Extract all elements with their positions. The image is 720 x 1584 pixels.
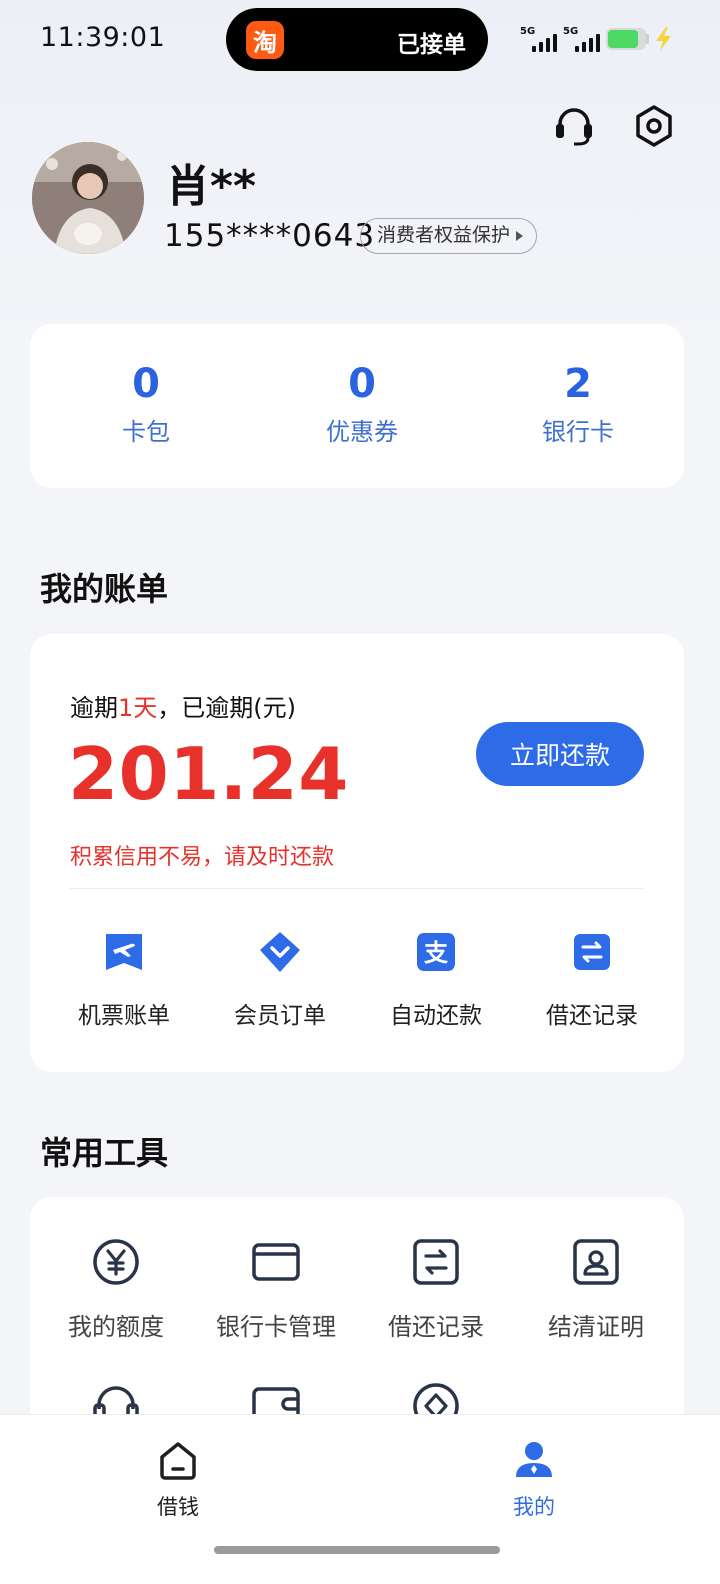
stat-value: 0 — [348, 361, 376, 407]
bill-func-label: 机票账单 — [78, 1003, 170, 1029]
user-icon — [516, 1442, 552, 1477]
overdue-label: 逾期1天，已逾期(元) — [70, 694, 297, 722]
tool-label: 借还记录 — [388, 1313, 484, 1341]
tool-settlement-cert[interactable]: 结清证明 — [516, 1237, 676, 1342]
overdue-amount: 201.24 — [68, 732, 349, 816]
avatar-image — [32, 142, 144, 254]
bill-func-auto-repay[interactable]: 支 自动还款 — [366, 930, 506, 1030]
signal-icon-2: 5G — [563, 26, 605, 52]
home-indicator[interactable] — [214, 1546, 500, 1554]
home-icon — [160, 1442, 196, 1480]
stat-bank-cards[interactable]: 2 银行卡 — [498, 358, 658, 447]
stat-card-pack[interactable]: 0 卡包 — [66, 358, 226, 447]
signal-icon-1: 5G — [520, 26, 562, 52]
bill-func-records[interactable]: 借还记录 — [522, 930, 662, 1030]
tool-my-quota[interactable]: 我的额度 — [36, 1237, 196, 1342]
airplane-ticket-icon — [106, 934, 142, 970]
battery-icon — [606, 28, 646, 50]
battery-tip — [646, 34, 649, 44]
tools-section-title: 常用工具 — [40, 1134, 169, 1172]
stat-label: 优惠券 — [326, 418, 398, 446]
alipay-icon: 支 — [417, 933, 455, 971]
overdue-days: 1天 — [118, 694, 158, 722]
dynamic-island[interactable]: 淘 已接单 — [226, 8, 488, 71]
tool-label: 结清证明 — [548, 1313, 644, 1341]
bill-func-label: 自动还款 — [390, 1003, 482, 1029]
exchange-icon — [413, 1239, 459, 1285]
tool-records[interactable]: 借还记录 — [356, 1237, 516, 1342]
stat-value: 2 — [564, 361, 592, 407]
status-bar: 11:39:01 淘 已接单 5G 5G — [0, 0, 720, 80]
divider — [70, 888, 644, 889]
bill-func-flight[interactable]: 机票账单 — [54, 930, 194, 1030]
island-status-text: 已接单 — [397, 32, 466, 58]
caret-right-icon — [516, 231, 524, 241]
consumer-protection-label: 消费者权益保护 — [377, 224, 511, 246]
nav-label: 借钱 — [157, 1495, 199, 1519]
user-phone: 155****0643 — [164, 218, 376, 254]
user-name: 肖** — [166, 161, 257, 212]
tool-label: 银行卡管理 — [216, 1313, 336, 1341]
consumer-protection-link[interactable]: 消费者权益保护 — [360, 218, 538, 254]
stats-card: 0 卡包 0 优惠券 2 银行卡 — [30, 324, 684, 488]
bill-card: 逾期1天，已逾期(元) 201.24 立即还款 积累信用不易，请及时还款 机票账… — [30, 634, 684, 1072]
charging-bolt-icon — [656, 27, 671, 51]
taobao-app-icon: 淘 — [246, 21, 284, 59]
exchange-icon — [574, 934, 610, 970]
stat-label: 卡包 — [122, 418, 170, 446]
customer-service-icon[interactable] — [552, 104, 596, 148]
yuan-circle-icon — [93, 1239, 139, 1285]
bottom-nav: 借钱 我的 — [0, 1414, 720, 1584]
repay-now-button[interactable]: 立即还款 — [476, 722, 644, 786]
bill-section-title: 我的账单 — [40, 570, 169, 608]
svg-text:支: 支 — [424, 939, 449, 967]
stat-value: 0 — [132, 361, 160, 407]
tool-bank-card-manage[interactable]: 银行卡管理 — [196, 1237, 356, 1342]
nav-label: 我的 — [513, 1495, 555, 1519]
stat-coupons[interactable]: 0 优惠券 — [282, 358, 442, 447]
bill-func-label: 会员订单 — [234, 1003, 326, 1029]
certificate-icon — [573, 1239, 619, 1285]
status-time: 11:39:01 — [40, 22, 166, 53]
settings-icon[interactable] — [632, 104, 676, 148]
bill-func-label: 借还记录 — [546, 1003, 638, 1029]
tool-label: 我的额度 — [68, 1313, 164, 1341]
nav-item-mine[interactable]: 我的 — [474, 1439, 594, 1521]
stat-label: 银行卡 — [542, 418, 614, 446]
repay-warning: 积累信用不易，请及时还款 — [70, 845, 335, 870]
diamond-icon — [260, 932, 300, 972]
bank-card-icon — [252, 1243, 300, 1281]
avatar[interactable] — [32, 142, 144, 254]
nav-item-borrow[interactable]: 借钱 — [118, 1439, 238, 1521]
bill-func-member[interactable]: 会员订单 — [210, 930, 350, 1030]
